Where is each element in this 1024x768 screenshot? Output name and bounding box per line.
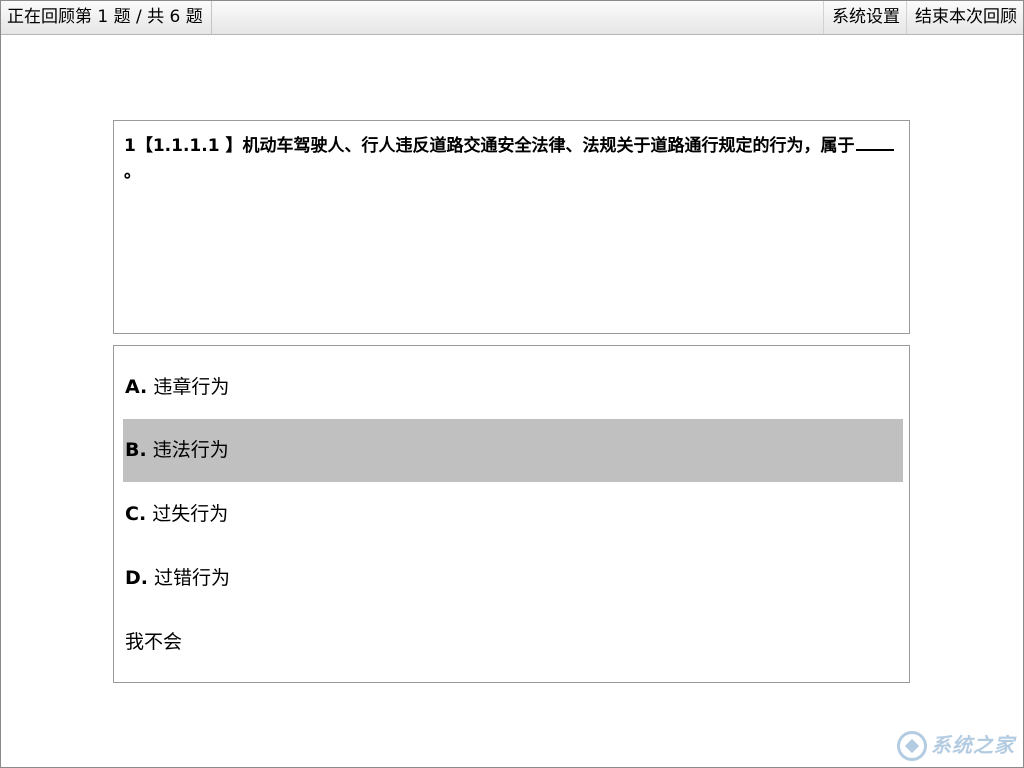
top-toolbar: 正在回顾第 1 题 / 共 6 题 系统设置 结束本次回顾 <box>1 1 1023 35</box>
question-panel: 1【1.1.1.1 】机动车驾驶人、行人违反道路交通安全法律、法规关于道路通行规… <box>113 120 910 334</box>
option-letter: A. <box>125 376 148 398</box>
option-text: 过错行为 <box>154 567 231 589</box>
options-panel: A. 违章行为 B. 违法行为 C. 过失行为 D. 过错行为 我不会 <box>113 345 910 683</box>
review-progress-status: 正在回顾第 1 题 / 共 6 题 <box>1 1 212 34</box>
site-logo-icon <box>897 731 927 761</box>
toolbar-menu: 系统设置 结束本次回顾 <box>823 1 1023 34</box>
option-d[interactable]: D. 过错行为 <box>123 547 903 610</box>
option-letter: C. <box>125 503 147 525</box>
question-number: 1 <box>124 136 136 156</box>
option-text: 我不会 <box>125 631 183 653</box>
watermark-text: 系统之家 <box>931 732 1015 757</box>
question-code: 【1.1.1.1 】 <box>135 136 243 156</box>
question-text: 机动车驾驶人、行人违反道路交通安全法律、法规关于道路通行规定的行为，属于 <box>242 136 855 156</box>
option-text: 违法行为 <box>152 439 229 461</box>
watermark: 系统之家 <box>897 729 1015 761</box>
option-c[interactable]: C. 过失行为 <box>123 483 903 546</box>
option-text: 过失行为 <box>152 503 229 525</box>
end-review-button[interactable]: 结束本次回顾 <box>906 1 1023 34</box>
option-dont-know[interactable]: 我不会 <box>123 611 903 674</box>
option-text: 违章行为 <box>153 376 230 398</box>
option-a[interactable]: A. 违章行为 <box>123 356 903 419</box>
option-letter: B. <box>125 439 147 461</box>
answer-blank <box>856 131 895 151</box>
app-window: 正在回顾第 1 题 / 共 6 题 系统设置 结束本次回顾 1【1.1.1.1 … <box>0 0 1024 768</box>
system-settings-button[interactable]: 系统设置 <box>823 1 906 34</box>
option-b[interactable]: B. 违法行为 <box>123 419 903 482</box>
option-letter: D. <box>125 567 148 589</box>
question-text-end: 。 <box>124 162 141 182</box>
